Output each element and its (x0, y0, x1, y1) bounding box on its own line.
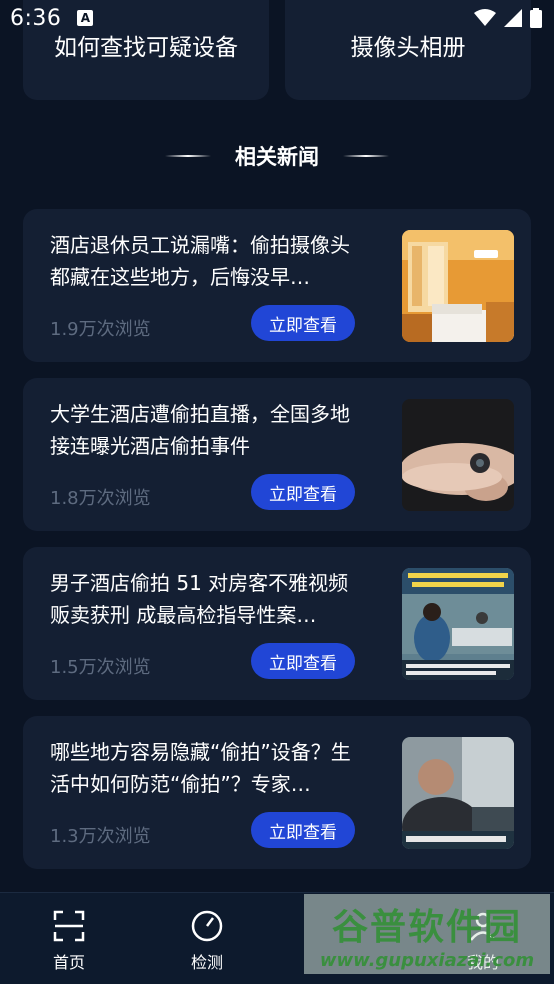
title-divider-right (343, 155, 389, 157)
wifi-icon (474, 9, 496, 26)
news-title: 男子酒店偷拍 51 对房客不雅视频贩卖获刑 成最高检指导性案… (50, 571, 349, 627)
view-now-button[interactable]: 立即查看 (251, 474, 355, 510)
section-title: 相关新闻 (235, 145, 319, 169)
gauge-icon (191, 910, 223, 942)
status-bar: 6:36 A (0, 0, 554, 36)
related-news-header: 相关新闻 (0, 138, 554, 174)
watermark-title: 谷普软件园 (331, 906, 522, 948)
signal-icon (504, 9, 522, 27)
tab-home-label: 首页 (52, 953, 85, 972)
status-time: 6:36 (10, 5, 62, 31)
news-title: 哪些地方容易隐藏“偷拍”设备？生活中如何防范“偷拍”？专家… (50, 740, 351, 796)
battery-icon (530, 8, 542, 28)
news-thumbnail (402, 399, 514, 511)
tab-detect[interactable]: 检测 (138, 893, 276, 984)
tab-home[interactable]: 首页 (0, 893, 138, 984)
news-views: 1.3万次浏览 (50, 826, 151, 847)
news-thumbnail (402, 737, 514, 849)
accessibility-icon: A (77, 10, 94, 26)
news-views: 1.9万次浏览 (50, 319, 151, 340)
watermark-url: www.gupuxiazai.com (319, 949, 535, 971)
view-now-button[interactable]: 立即查看 (251, 305, 355, 341)
news-views: 1.5万次浏览 (50, 657, 151, 678)
scan-icon (53, 910, 85, 942)
news-title: 酒店退休员工说漏嘴：偷拍摄像头都藏在这些地方，后悔没早… (50, 233, 350, 289)
view-now-button[interactable]: 立即查看 (251, 643, 355, 679)
news-card[interactable]: 男子酒店偷拍 51 对房客不雅视频贩卖获刑 成最高检指导性案… 1.5万次浏览 … (23, 547, 531, 700)
title-divider-left (165, 155, 211, 157)
news-card[interactable]: 哪些地方容易隐藏“偷拍”设备？生活中如何防范“偷拍”？专家… 1.3万次浏览 立… (23, 716, 531, 869)
watermark: 谷普软件园 www.gupuxiazai.com (304, 894, 550, 974)
status-icons (474, 8, 542, 28)
news-thumbnail (402, 568, 514, 680)
news-thumbnail (402, 230, 514, 342)
view-now-button[interactable]: 立即查看 (251, 812, 355, 848)
news-views: 1.8万次浏览 (50, 488, 151, 509)
tab-detect-label: 检测 (190, 953, 223, 972)
news-card[interactable]: 酒店退休员工说漏嘴：偷拍摄像头都藏在这些地方，后悔没早… 1.9万次浏览 立即查… (23, 209, 531, 362)
news-card[interactable]: 大学生酒店遭偷拍直播，全国多地接连曝光酒店偷拍事件 1.8万次浏览 立即查看 (23, 378, 531, 531)
news-title: 大学生酒店遭偷拍直播，全国多地接连曝光酒店偷拍事件 (50, 402, 350, 458)
